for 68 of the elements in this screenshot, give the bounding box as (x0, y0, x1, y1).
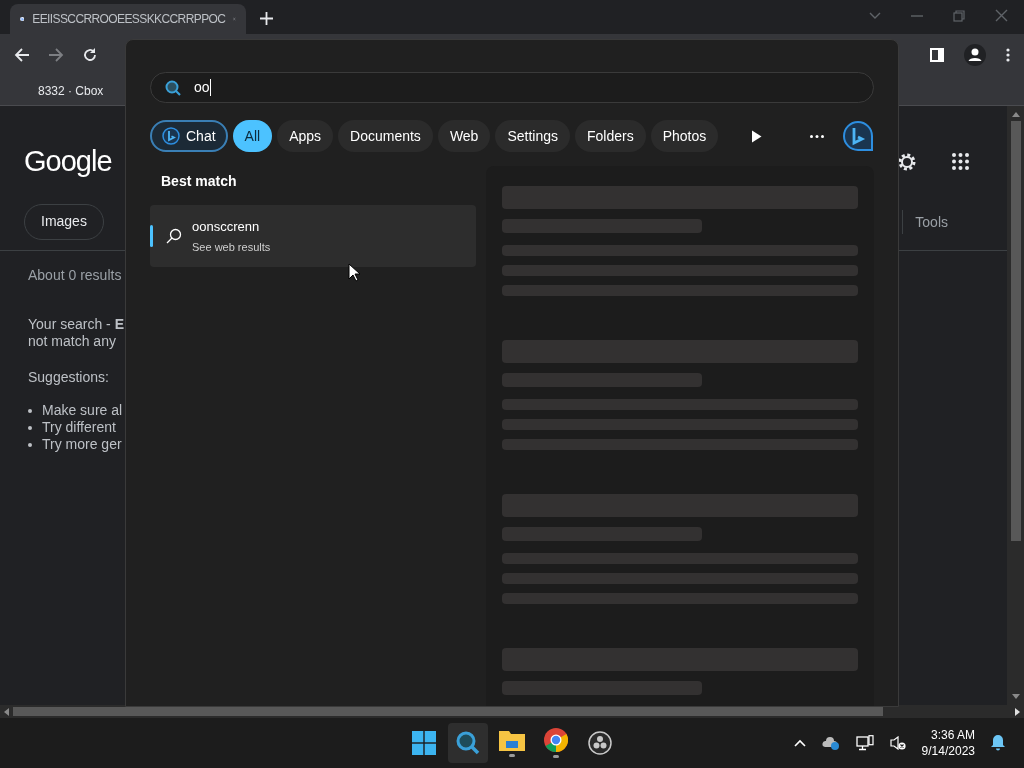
running-indicator (509, 754, 515, 757)
tools-link[interactable]: Tools (915, 213, 948, 230)
section-title: Best match (160, 172, 238, 191)
search-icon (165, 79, 181, 96)
mouse-pointer-icon (348, 263, 360, 282)
running-indicator (553, 755, 559, 758)
result-title: oonsccrenn (192, 217, 261, 236)
cloud-icon[interactable] (821, 736, 840, 750)
aperture-icon[interactable] (588, 731, 612, 755)
filter-tab[interactable]: Apps (277, 120, 334, 152)
google-logo[interactable]: Google (24, 140, 112, 184)
new-tab-icon[interactable] (260, 12, 273, 25)
bing-icon[interactable] (842, 121, 874, 151)
start-icon[interactable] (412, 731, 436, 755)
play-icon[interactable] (751, 129, 762, 143)
filter-tab[interactable]: Chat (150, 120, 228, 152)
chrome-icon[interactable] (544, 728, 568, 752)
search-taskbar-button[interactable] (448, 723, 488, 763)
filter-tab[interactable]: Photos (650, 120, 719, 152)
filter-tab[interactable]: Documents (338, 120, 433, 152)
result-subtitle: See web results (192, 240, 271, 255)
bookmark-link[interactable]: 8332 · Cbox (38, 81, 104, 100)
scroll-left-icon[interactable] (4, 707, 9, 716)
network-icon[interactable] (855, 735, 874, 751)
suggestion-text: Make sure al (42, 402, 123, 419)
search-field[interactable]: oo (150, 72, 874, 103)
browser-tab[interactable]: EEIISSCCRROOEESSKKCCRRPPOC (10, 4, 246, 34)
clock-date[interactable]: 9/14/2023 (921, 743, 975, 759)
scroll-up-icon[interactable] (1011, 112, 1020, 117)
apps-grid-icon[interactable] (952, 153, 969, 171)
selection-indicator (150, 225, 153, 247)
filter-tab[interactable]: Web (437, 120, 491, 152)
sidebar-icon[interactable] (930, 48, 944, 62)
forward-icon[interactable] (48, 47, 64, 63)
folder-icon[interactable] (499, 729, 525, 751)
search-icon (456, 731, 480, 755)
profile-icon[interactable] (964, 44, 986, 66)
chevron-up-icon[interactable] (793, 739, 806, 747)
suggestion-text: Try more ger (42, 436, 122, 453)
bullet-icon (28, 442, 32, 447)
result-stats: About 0 results (28, 266, 122, 285)
scroll-thumb[interactable] (13, 707, 883, 716)
best-match-item[interactable]: oonsccrenn See web results (150, 205, 476, 267)
message-line: Your search - E (28, 316, 124, 333)
message-line: not match any (28, 333, 116, 350)
scroll-right-icon[interactable] (1015, 707, 1020, 716)
speaker-muted-icon[interactable] (889, 736, 906, 750)
vertical-scrollbar[interactable] (1007, 106, 1024, 705)
scroll-thumb[interactable] (1010, 121, 1021, 541)
search-icon (166, 228, 182, 244)
bullet-icon (28, 408, 32, 413)
clock-time[interactable]: 3:36 AM (930, 727, 975, 743)
chevron-down-icon[interactable] (869, 11, 881, 20)
filter-tab[interactable]: Folders (575, 120, 646, 152)
reload-icon[interactable] (82, 47, 98, 63)
bullet-icon (28, 425, 32, 430)
tab-title: EEIISSCCRROOEESSKKCCRRPPOC (32, 11, 226, 28)
close-icon[interactable] (995, 9, 1008, 22)
bing-icon (162, 127, 180, 145)
more-icon[interactable] (810, 134, 824, 138)
suggestion-text: Try different (42, 419, 116, 436)
menu-icon[interactable] (1006, 48, 1010, 62)
suggestions-title: Suggestions: (28, 368, 109, 387)
scroll-down-icon[interactable] (1011, 694, 1020, 699)
filter-tab[interactable]: All (232, 120, 273, 152)
notification-bell-icon[interactable] (991, 735, 1005, 751)
filter-tab[interactable]: Settings (495, 120, 570, 152)
back-icon[interactable] (14, 47, 30, 63)
